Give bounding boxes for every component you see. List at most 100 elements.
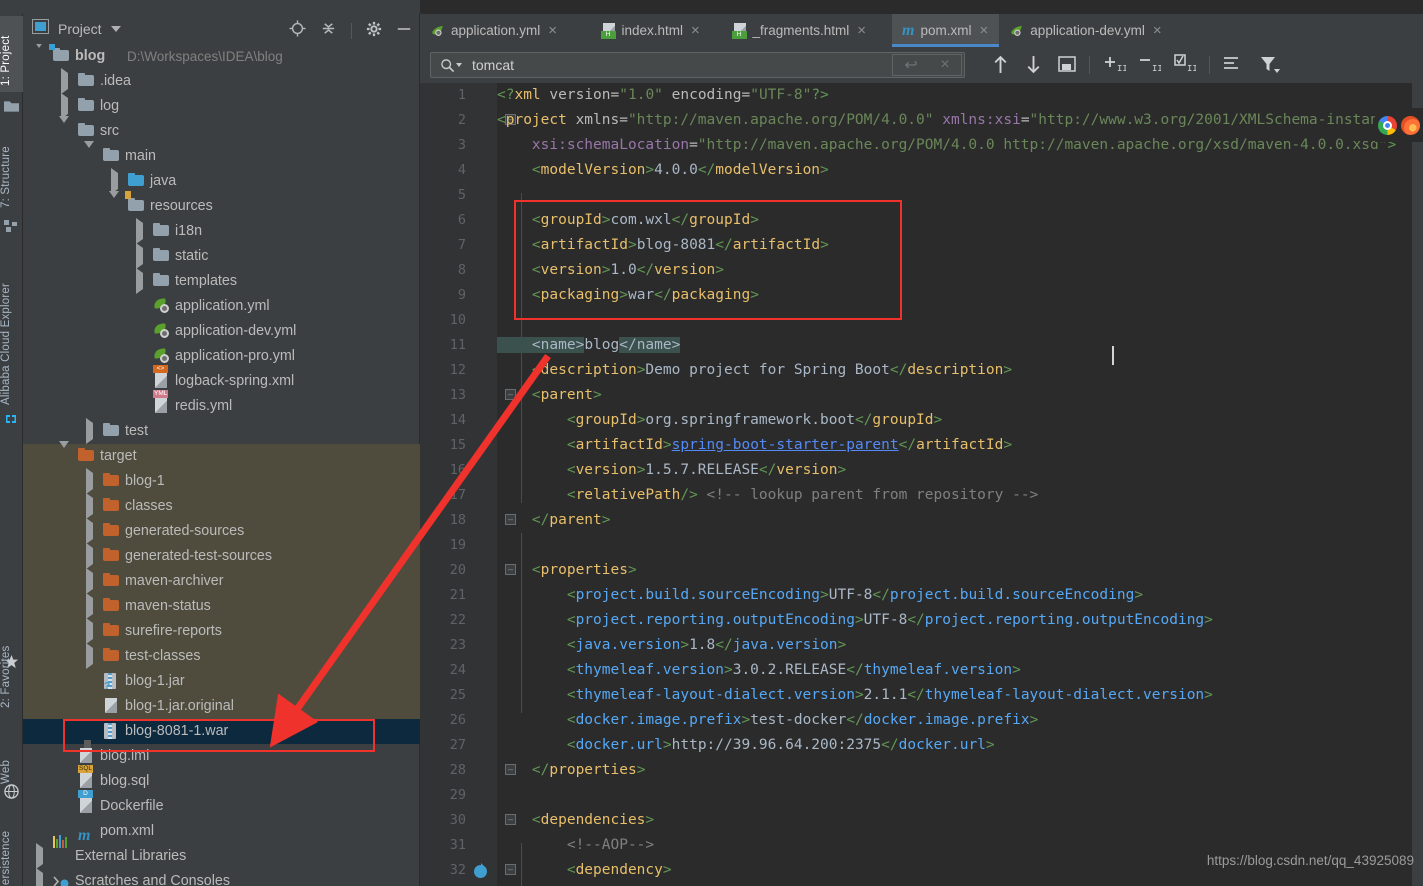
chrome-icon[interactable] xyxy=(1378,115,1397,135)
tree-node-resources[interactable]: resources xyxy=(23,191,420,219)
code-line[interactable]: <!--AOP--> xyxy=(497,833,654,858)
tree-node-i18n[interactable]: i18n xyxy=(23,218,420,244)
tree-node-application-pro-yml[interactable]: application-pro.yml xyxy=(23,344,420,369)
tree-node-generated-sources[interactable]: generated-sources xyxy=(23,518,420,544)
chevron-right-icon[interactable] xyxy=(84,643,96,669)
tree-node-target[interactable]: target xyxy=(23,441,420,469)
chevron-right-icon[interactable] xyxy=(134,243,146,269)
code-line[interactable]: <parent> xyxy=(497,383,602,408)
settings-gear-icon[interactable] xyxy=(366,21,382,42)
editor-tab-application-yml[interactable]: application.yml × xyxy=(420,14,591,47)
code-line[interactable]: <description>Demo project for Spring Boo… xyxy=(497,358,1012,383)
tree-node-generated-test-sources[interactable]: generated-test-sources xyxy=(23,543,420,569)
code-line[interactable]: xsi:schemaLocation="http://maven.apache.… xyxy=(497,133,1396,158)
tree-node-classes[interactable]: classes xyxy=(23,493,420,519)
tree-node-logback-spring-xml[interactable]: <> logback-spring.xml xyxy=(23,365,420,394)
filter-button[interactable] xyxy=(1260,55,1280,79)
tree-node-blog-1-jar[interactable]: blog-1.jar xyxy=(23,669,420,694)
chevron-right-icon[interactable] xyxy=(59,68,71,94)
tree-node-external-libraries[interactable]: External Libraries xyxy=(23,835,420,869)
find-next-button[interactable] xyxy=(1025,55,1042,79)
code-line[interactable]: <thymeleaf-layout-dialect.version>2.1.1<… xyxy=(497,683,1213,708)
code-editor[interactable]: 1 <?xml version="1.0" encoding="UTF-8"?> 2… xyxy=(420,83,1423,886)
code-line[interactable]: <docker.url>http://39.96.64.200:2375</do… xyxy=(497,733,995,758)
locate-target-icon[interactable] xyxy=(289,20,306,42)
sidebar-item-web[interactable]: Web xyxy=(0,732,23,790)
select-all-occurrences-button[interactable] xyxy=(1058,56,1076,78)
code-line[interactable]: <artifactId>spring-boot-starter-parent</… xyxy=(497,433,1012,458)
code-line[interactable]: <properties> xyxy=(497,558,637,583)
close-icon[interactable]: × xyxy=(857,22,866,39)
tree-node-java[interactable]: java xyxy=(23,168,420,194)
tree-node-application-yml[interactable]: application.yml xyxy=(23,294,420,319)
editor-tab-bar[interactable]: application.yml × Hindex.html × H _fragments.… xyxy=(420,14,1423,47)
code-line[interactable]: </parent> xyxy=(497,508,611,533)
regex-history-button[interactable]: ↩ xyxy=(904,55,917,75)
tree-node-blog-8081-1-war[interactable]: blog-8081-1.war xyxy=(23,719,420,744)
chevron-right-icon[interactable] xyxy=(84,418,96,444)
search-input[interactable]: tomcat ↩ × xyxy=(430,52,965,78)
tree-node-redis-yml[interactable]: YML redis.yml xyxy=(23,390,420,419)
sidebar-item-structure[interactable]: 7: Structure xyxy=(0,124,23,214)
code-line[interactable]: <groupId>com.wxl</groupId> xyxy=(497,208,759,233)
tree-node--idea[interactable]: .idea xyxy=(23,68,420,94)
chevron-right-icon[interactable] xyxy=(84,568,96,594)
code-line[interactable]: <artifactId>blog-8081</artifactId> xyxy=(497,233,829,258)
search-icon[interactable] xyxy=(440,58,462,73)
code-line[interactable]: <project.reporting.outputEncoding>UTF-8<… xyxy=(497,608,1213,633)
browser-open-in-bar[interactable] xyxy=(1375,108,1423,142)
sidebar-item-favorites[interactable]: 2: Favorites xyxy=(0,626,23,714)
code-line[interactable]: <relativePath/> <!-- lookup parent from … xyxy=(497,483,1038,508)
chevron-down-icon[interactable] xyxy=(109,191,121,219)
chevron-down-icon[interactable] xyxy=(110,26,121,32)
add-line-button[interactable]: II xyxy=(1104,54,1128,79)
code-line[interactable]: <project.build.sourceEncoding>UTF-8</pro… xyxy=(497,583,1143,608)
code-line[interactable]: <version>1.0</version> xyxy=(497,258,724,283)
toggle-line-button[interactable]: II xyxy=(1174,54,1198,79)
tree-node-main[interactable]: main xyxy=(23,141,420,169)
chevron-right-icon[interactable] xyxy=(84,618,96,644)
chevron-right-icon[interactable] xyxy=(134,268,146,294)
chevron-right-icon[interactable] xyxy=(84,468,96,494)
code-line[interactable]: <dependencies> xyxy=(497,808,654,833)
code-line[interactable]: <java.version>1.8</java.version> xyxy=(497,633,846,658)
sidebar-item-project[interactable]: 1: Project xyxy=(0,16,23,92)
chevron-down-icon[interactable] xyxy=(34,44,46,69)
tree-node-maven-status[interactable]: maven-status xyxy=(23,593,420,619)
code-line[interactable]: <packaging>war</packaging> xyxy=(497,283,759,308)
tree-node-src[interactable]: src xyxy=(23,116,420,144)
tree-node-blog-1-jar-original[interactable]: ? blog-1.jar.original xyxy=(23,681,420,719)
firefox-icon[interactable] xyxy=(1401,115,1420,135)
chevron-down-icon[interactable] xyxy=(59,116,71,144)
close-icon[interactable]: × xyxy=(691,22,700,39)
close-icon[interactable]: × xyxy=(1153,22,1162,39)
find-previous-button[interactable] xyxy=(992,55,1009,79)
code-line[interactable]: <version>1.5.7.RELEASE</version> xyxy=(497,458,846,483)
close-icon[interactable]: × xyxy=(979,22,988,39)
tree-node-blog-1[interactable]: blog-1 xyxy=(23,468,420,494)
project-tree[interactable]: blog D:\Workspaces\IDEA\blog .idea log src ma… xyxy=(23,44,420,886)
sidebar-item-alibaba-cloud-explorer[interactable]: Alibaba Cloud Explorer xyxy=(0,246,23,411)
chevron-right-icon[interactable] xyxy=(84,593,96,619)
editor-tab--fragments-html[interactable]: H _fragments.html × xyxy=(722,14,893,47)
chevron-right-icon[interactable] xyxy=(34,868,46,886)
spring-bean-gutter-icon[interactable] xyxy=(472,862,489,879)
code-line[interactable]: <groupId>org.springframework.boot</group… xyxy=(497,408,942,433)
tree-node-application-dev-yml[interactable]: application-dev.yml xyxy=(23,319,420,344)
sidebar-item-persistence[interactable]: Persistence xyxy=(0,809,23,886)
tree-node-surefire-reports[interactable]: surefire-reports xyxy=(23,618,420,644)
chevron-right-icon[interactable] xyxy=(84,543,96,569)
close-icon[interactable]: × xyxy=(548,22,557,39)
tree-node-blog[interactable]: blog D:\Workspaces\IDEA\blog xyxy=(23,44,420,69)
tree-node-static[interactable]: static xyxy=(23,243,420,269)
code-line[interactable]: <project xmlns="http://maven.apache.org/… xyxy=(497,108,1405,133)
tree-node-templates[interactable]: templates xyxy=(23,268,420,294)
tree-node-maven-archiver[interactable]: maven-archiver xyxy=(23,568,420,594)
chevron-right-icon[interactable] xyxy=(84,518,96,544)
code-line[interactable]: <?xml version="1.0" encoding="UTF-8"?> xyxy=(497,83,829,108)
code-line[interactable]: <dependency> xyxy=(497,858,672,883)
code-line[interactable]: <modelVersion>4.0.0</modelVersion> xyxy=(497,158,829,183)
tree-node-test-classes[interactable]: test-classes xyxy=(23,643,420,669)
tree-node-test[interactable]: test xyxy=(23,418,420,444)
remove-line-button[interactable]: II xyxy=(1139,54,1163,79)
